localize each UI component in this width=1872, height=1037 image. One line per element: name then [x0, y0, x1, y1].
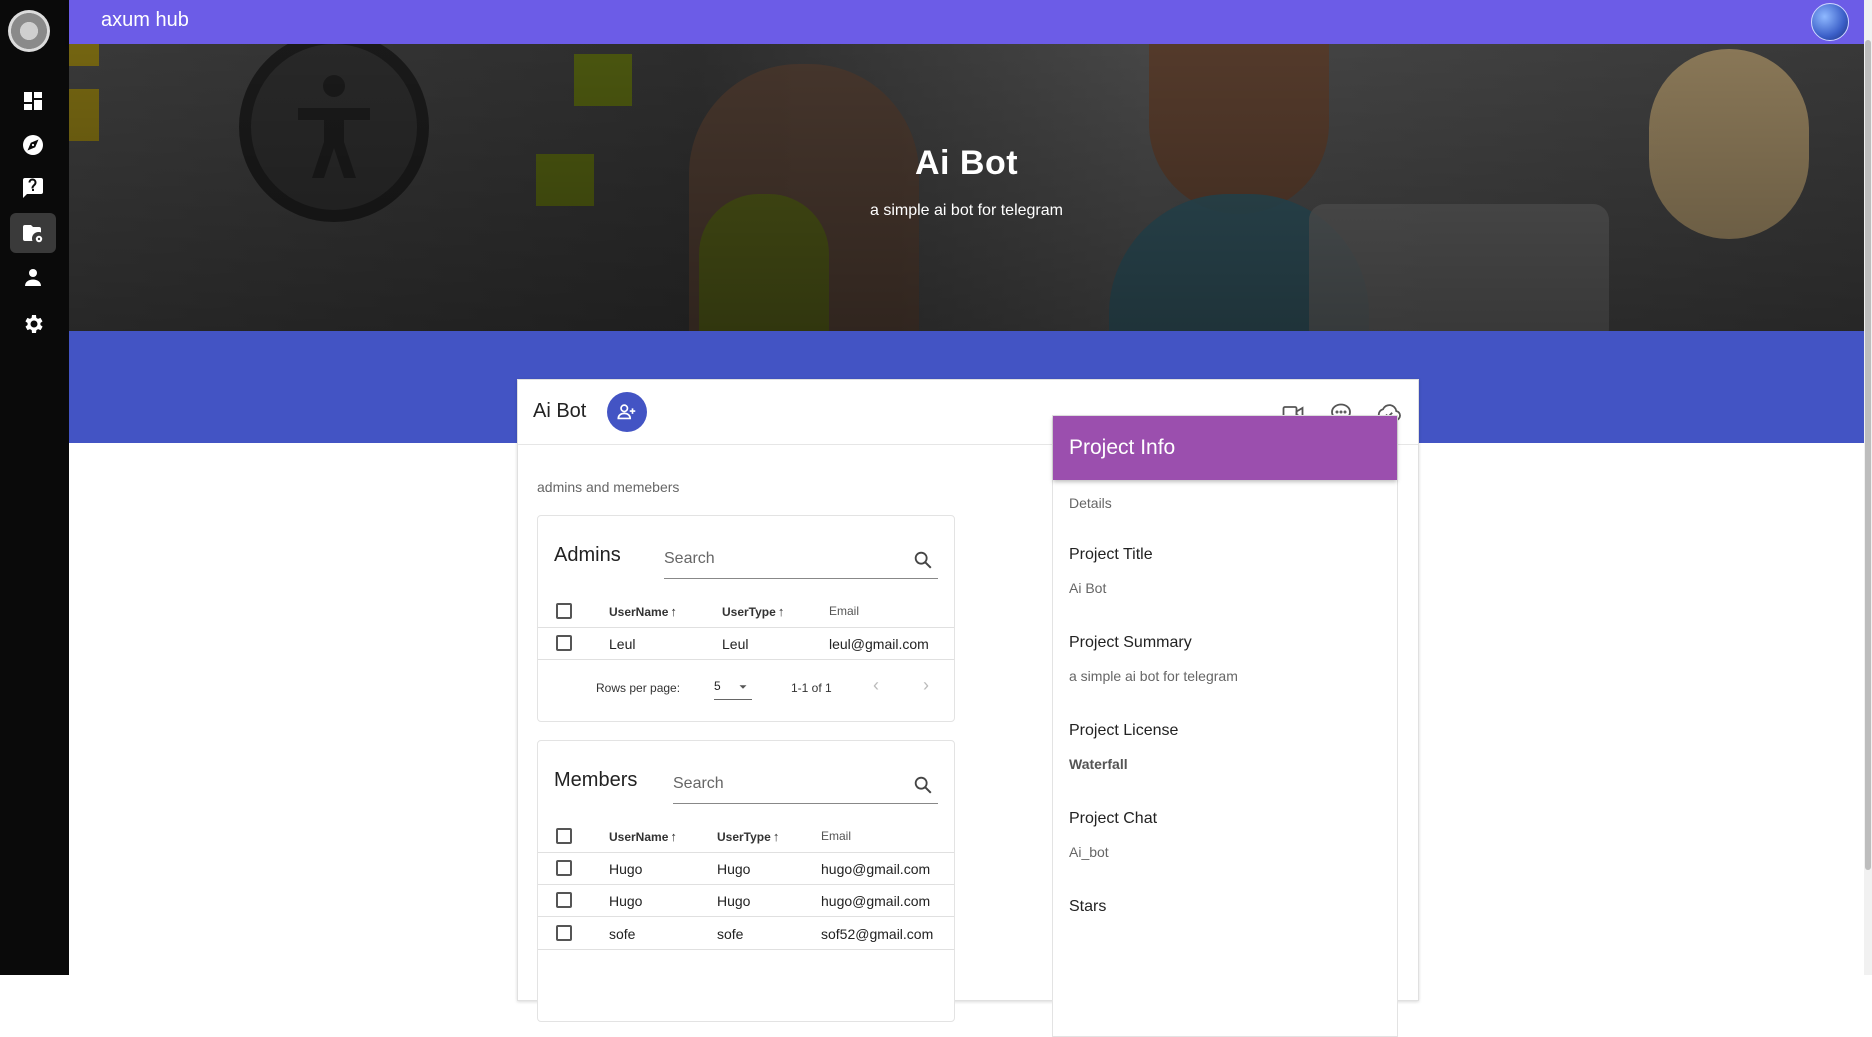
sort-arrow-icon: ↑ — [772, 829, 780, 844]
cell-username: sofe — [609, 926, 636, 942]
sort-arrow-icon: ↑ — [670, 829, 677, 844]
column-header-label: UserType — [717, 830, 771, 844]
rows-per-page-label: Rows per page: — [596, 681, 681, 695]
cell-email: hugo@gmail.com — [821, 861, 931, 877]
cell-username: Hugo — [609, 861, 643, 877]
row-divider — [538, 949, 954, 950]
select-all-checkbox[interactable] — [556, 828, 572, 844]
top-app-bar: axum hub — [69, 0, 1864, 44]
column-header-usertype[interactable]: UserType ↑ — [717, 829, 779, 844]
column-header-email[interactable]: Email — [829, 604, 859, 618]
hero-banner: Ai Bot a simple ai bot for telegram — [69, 44, 1864, 331]
sidebar-item-settings[interactable] — [10, 304, 56, 344]
user-icon — [25, 269, 41, 286]
add-member-button[interactable] — [607, 392, 647, 432]
section-caption: admins and memebers — [537, 479, 680, 495]
sidebar-item-projects[interactable] — [10, 213, 56, 253]
page-scrollbar-track[interactable] — [1864, 0, 1872, 975]
select-all-checkbox[interactable] — [556, 603, 572, 619]
admins-search-input[interactable] — [664, 544, 894, 574]
prev-page-icon[interactable]: ‹ — [873, 675, 879, 696]
cell-usertype: sofe — [717, 926, 744, 942]
column-header-label: UserName — [609, 830, 669, 844]
gear-icon — [25, 315, 43, 333]
cell-email: leul@gmail.com — [829, 636, 929, 652]
hero-overlay — [69, 44, 1864, 331]
project-card-title: Ai Bot — [533, 400, 587, 422]
sidebar-item-user[interactable] — [10, 258, 56, 298]
app-logo[interactable] — [8, 10, 50, 52]
pagination-range: 1-1 of 1 — [791, 681, 832, 695]
project-info-subtitle: Details — [1069, 495, 1112, 511]
cell-email: hugo@gmail.com — [821, 893, 931, 909]
members-search-input[interactable] — [673, 769, 903, 799]
members-search — [673, 769, 938, 804]
question-chat-icon — [23, 178, 43, 198]
project-info-header: Project Info — [1053, 416, 1397, 480]
admins-title: Admins — [554, 544, 621, 566]
column-header-usertype[interactable]: UserType ↑ — [722, 604, 784, 619]
admins-table-panel: Admins UserName↑ UserType↑ Email Leul Le… — [537, 515, 955, 722]
row-divider — [538, 916, 954, 917]
next-page-icon[interactable]: › — [923, 675, 929, 696]
cell-usertype: Hugo — [717, 861, 751, 877]
project-summary-value: a simple ai bot for telegram — [1069, 668, 1238, 684]
search-icon[interactable] — [912, 549, 934, 571]
project-info-panel: Project Info Details Project Title Ai Bo… — [1052, 415, 1398, 1037]
project-license-value: Waterfall — [1069, 756, 1128, 772]
sort-arrow-icon: ↑ — [670, 604, 677, 619]
page-scrollbar-thumb[interactable] — [1865, 40, 1871, 870]
cell-usertype: Leul — [722, 636, 749, 652]
sidebar — [0, 0, 69, 975]
compass-icon — [23, 135, 43, 155]
project-chat-label: Project Chat — [1069, 810, 1158, 827]
project-summary-label: Project Summary — [1069, 634, 1192, 651]
folder-settings-icon — [23, 225, 43, 243]
cell-usertype: Hugo — [717, 893, 751, 909]
dashboard-icon — [24, 92, 42, 110]
members-table-panel: Members UserName↑ UserType↑ Email Hugo H… — [537, 740, 955, 1022]
sidebar-item-explore[interactable] — [10, 125, 56, 165]
cell-username: Hugo — [609, 893, 643, 909]
project-chat-value: Ai_bot — [1069, 844, 1109, 860]
sort-arrow-icon: ↑ — [777, 604, 785, 619]
row-divider — [538, 852, 954, 853]
project-title-label: Project Title — [1069, 546, 1153, 563]
members-title: Members — [554, 769, 638, 791]
row-divider — [538, 884, 954, 885]
project-info-title: Project Info — [1069, 436, 1176, 459]
project-card: Ai Bot admins and memebers Admins UserNa… — [517, 379, 1419, 1037]
cell-email: sof52@gmail.com — [821, 926, 934, 942]
project-license-label: Project License — [1069, 722, 1179, 739]
hero-subtitle: a simple ai bot for telegram — [870, 202, 1063, 219]
column-header-label: UserType — [722, 605, 776, 619]
dropdown-arrow-icon — [739, 685, 747, 689]
cell-username: Leul — [609, 636, 636, 652]
row-checkbox[interactable] — [556, 925, 572, 941]
sidebar-item-questions[interactable] — [10, 168, 56, 208]
search-icon[interactable] — [912, 774, 934, 796]
row-divider — [538, 659, 954, 660]
sidebar-item-dashboard[interactable] — [10, 81, 56, 121]
project-title-value: Ai Bot — [1069, 580, 1107, 596]
row-checkbox[interactable] — [556, 892, 572, 908]
column-header-email[interactable]: Email — [821, 829, 851, 843]
admins-search — [664, 544, 938, 579]
stars-label: Stars — [1069, 898, 1107, 915]
app-title[interactable]: axum hub — [101, 9, 189, 32]
column-header-username[interactable]: UserName ↑ — [609, 604, 677, 619]
user-avatar[interactable] — [1811, 3, 1849, 41]
column-header-username[interactable]: UserName ↑ — [609, 829, 677, 844]
row-checkbox[interactable] — [556, 635, 572, 651]
rows-per-page-select[interactable]: 5 — [714, 679, 752, 700]
row-divider — [538, 627, 954, 628]
person-add-icon — [617, 404, 636, 420]
column-header-label: UserName — [609, 605, 669, 619]
rows-per-page-value: 5 — [714, 679, 721, 693]
row-checkbox[interactable] — [556, 860, 572, 876]
hero-title: Ai Bot — [914, 144, 1019, 182]
